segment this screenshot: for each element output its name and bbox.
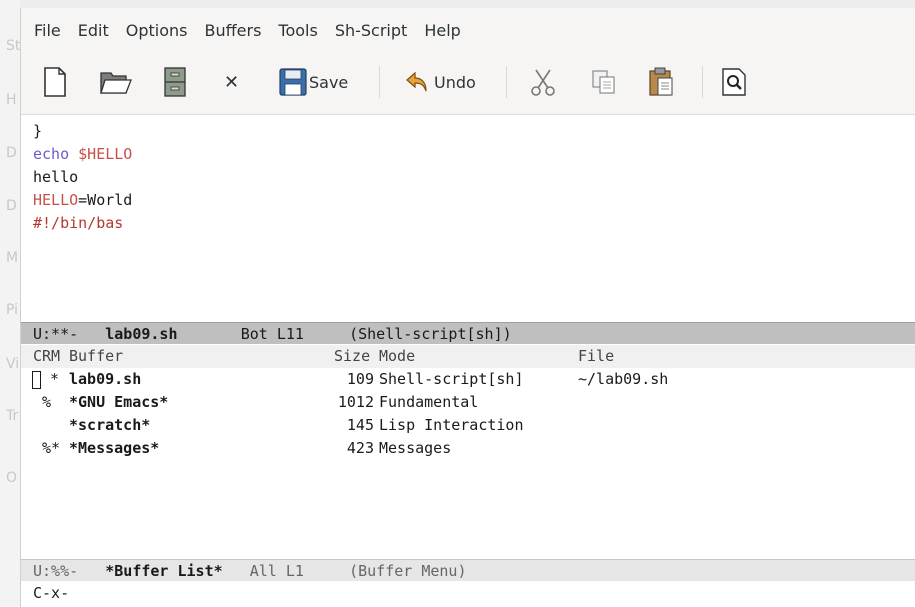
buffer-size: 145 (346, 416, 374, 434)
bg-letter: St (6, 38, 21, 54)
undo-arrow-icon (406, 71, 427, 92)
code-line: } (33, 120, 915, 143)
major-mode: (Shell-script[sh]) (349, 325, 512, 343)
buffer-name: *Messages* (69, 439, 160, 457)
buffer-name: *Buffer List* (105, 562, 223, 580)
bg-letter: Tr (6, 408, 19, 424)
scissors-icon (531, 69, 555, 96)
menu-edit[interactable]: Edit (78, 21, 109, 40)
code-line: #!/bin/bas (33, 212, 915, 235)
background-window-strip: St H D D M Pi Vi Tr O (0, 0, 20, 607)
code-token: hello (33, 168, 79, 186)
header-crm: CRM (33, 347, 61, 365)
code-token: =World (78, 191, 133, 209)
header-size: Size (334, 347, 371, 365)
menu-help[interactable]: Help (424, 21, 460, 40)
tool-bar: ✕ Save Undo (21, 52, 915, 115)
menu-buffers[interactable]: Buffers (205, 21, 262, 40)
code-line: HELLO=World (33, 189, 915, 212)
bg-letter: Vi (6, 356, 20, 372)
code-line: hello (33, 166, 915, 189)
dired-button[interactable] (164, 66, 186, 98)
buffer-list-row[interactable]: *scratch* 145 Lisp Interaction (21, 414, 915, 437)
new-file-button[interactable] (43, 66, 67, 98)
bg-letter: D (6, 145, 17, 161)
bg-letter: H (6, 92, 17, 108)
close-buffer-button[interactable]: ✕ (224, 66, 239, 98)
buffer-name: lab09.sh (105, 325, 178, 343)
toolbar-separator (379, 66, 380, 98)
code-token: echo (33, 145, 79, 163)
buffer-file: ~/lab09.sh (578, 370, 669, 388)
open-file-button[interactable] (100, 66, 132, 98)
bg-letter: D (6, 198, 17, 214)
menu-options[interactable]: Options (126, 21, 188, 40)
undo-label: Undo (434, 72, 476, 92)
bg-letter: O (6, 470, 18, 486)
buffer-size: 423 (346, 439, 374, 457)
save-button[interactable]: Save (279, 66, 348, 98)
buffer-name: *scratch* (69, 416, 151, 434)
buffer-status: U:**- (33, 325, 79, 343)
toolbar-separator (702, 66, 703, 98)
copy-button[interactable] (591, 66, 617, 98)
close-icon: ✕ (224, 71, 240, 93)
paste-button[interactable] (648, 66, 674, 98)
code-token: } (33, 122, 43, 140)
toolbar-separator (506, 66, 507, 98)
buffer-status: U:%%- (33, 562, 79, 580)
new-file-icon (44, 67, 66, 97)
mode-line-inactive: U:%%- *Buffer List* All L1 (Buffer Menu) (21, 559, 915, 581)
buffer-mode: Shell-script[sh] (379, 370, 524, 388)
cursor-position: All L1 (249, 562, 304, 580)
buffer-flags: %* (42, 439, 61, 457)
buffer-mode: Messages (379, 439, 452, 457)
minibuffer-text: C-x- (33, 584, 70, 602)
search-button[interactable] (721, 66, 747, 98)
bg-letter: Pi (6, 302, 19, 318)
clipboard-icon (649, 67, 673, 96)
header-mode: Mode (379, 347, 416, 365)
buffer-flags: * (41, 370, 60, 388)
menu-bar: File Edit Options Buffers Tools Sh-Scrip… (21, 8, 915, 52)
text-cursor (32, 371, 41, 389)
buffer-name: lab09.sh (69, 370, 142, 388)
buffer-list-row[interactable]: %* *Messages* 423 Messages (21, 437, 915, 460)
major-mode: (Buffer Menu) (349, 562, 467, 580)
buffer-name: *GNU Emacs* (69, 393, 169, 411)
editor-text-area[interactable]: } echo $HELLO hello HELLO=World #!/bin/bas (21, 115, 915, 322)
header-file: File (578, 347, 615, 365)
menu-sh-script[interactable]: Sh-Script (335, 21, 407, 40)
buffer-flags: % (42, 393, 52, 411)
header-buffer: Buffer (69, 347, 124, 365)
buffer-mode: Lisp Interaction (379, 416, 524, 434)
buffer-mode: Fundamental (379, 393, 479, 411)
code-token: HELLO (33, 191, 79, 209)
save-label: Save (309, 72, 349, 92)
code-token: $HELLO (78, 145, 133, 163)
code-token: #!/bin/bas (33, 214, 124, 232)
buffer-list: CRM Buffer Size Mode File * lab09.sh 109 Sh… (21, 345, 915, 559)
buffer-list-row[interactable]: % *GNU Emacs* 1012 Fundamental (21, 391, 915, 414)
emacs-window: File Edit Options Buffers Tools Sh-Scrip… (20, 8, 915, 607)
file-cabinet-icon (164, 67, 186, 97)
cursor-position: Bot L11 (240, 325, 304, 343)
bg-letter: M (6, 250, 19, 266)
search-icon (722, 68, 746, 96)
folder-open-icon (100, 72, 132, 94)
floppy-disk-icon (279, 68, 307, 96)
undo-button[interactable]: Undo (405, 66, 476, 98)
buffer-list-row[interactable]: * lab09.sh 109 Shell-script[sh] ~/lab09.sh (21, 368, 915, 391)
minibuffer[interactable]: C-x- (21, 582, 915, 607)
buffer-list-header: CRM Buffer Size Mode File (21, 345, 915, 368)
menu-tools[interactable]: Tools (278, 21, 317, 40)
cut-button[interactable] (530, 66, 556, 98)
copy-icon (592, 70, 615, 94)
mode-line-active: U:**- lab09.sh Bot L11 (Shell-script[sh]… (21, 322, 915, 344)
code-line: echo $HELLO (33, 143, 915, 166)
buffer-size: 1012 (337, 393, 374, 411)
menu-file[interactable]: File (34, 21, 61, 40)
buffer-size: 109 (346, 370, 374, 388)
background-window-top (0, 0, 915, 8)
